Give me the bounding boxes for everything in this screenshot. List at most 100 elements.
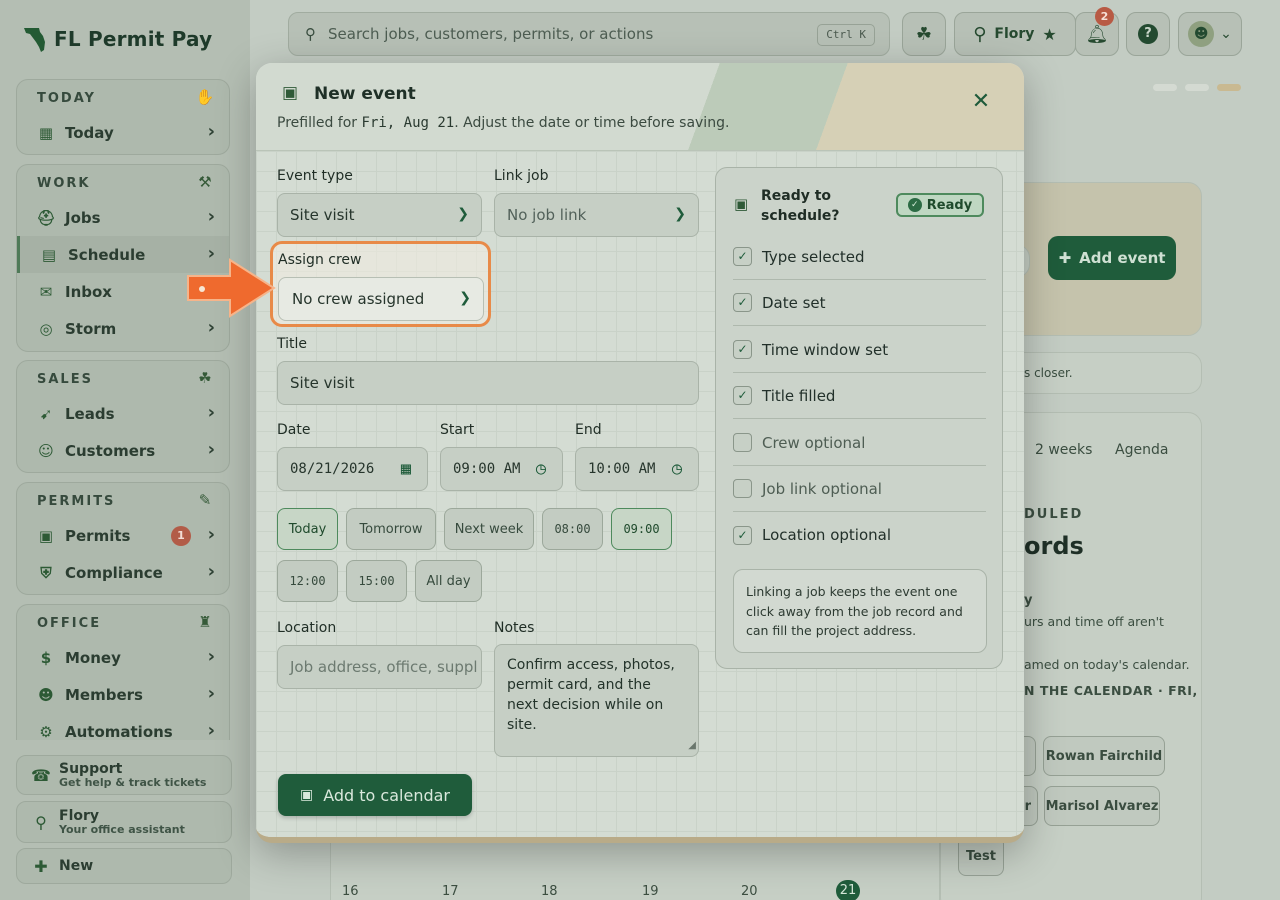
assistant-subtitle: Your office assistant (59, 822, 185, 836)
location-label: Location (277, 620, 337, 636)
support-button[interactable]: ☎ Support Get help & track tickets (16, 755, 232, 795)
checklist-item-job-link[interactable]: Job link optional (733, 466, 986, 512)
storm-icon: ◎ (39, 319, 53, 338)
assistant-chip[interactable]: ⚲ Flory ★ (954, 12, 1076, 56)
page-dots (1153, 84, 1243, 92)
money-icon: $ (40, 648, 52, 667)
sidebar-item-label: Permits (65, 526, 131, 545)
crew-chip-marisol[interactable]: Marisol Alvarez (1044, 786, 1160, 826)
notifications-button[interactable]: 🔔︎ 2 (1075, 7, 1119, 56)
quick-time-1500[interactable]: 15:00 (346, 560, 407, 602)
ready-badge: ✓ Ready (896, 193, 984, 217)
hand-icon: ✋ (195, 88, 217, 106)
checklist-item-title[interactable]: ✓ Title filled (733, 373, 986, 419)
calendar-day[interactable]: 19 (642, 884, 659, 899)
quick-date-tomorrow[interactable]: Tomorrow (346, 508, 436, 550)
notes-textarea[interactable]: Confirm access, photos, permit card, and… (494, 644, 699, 757)
checklist-label: Location optional (762, 526, 892, 544)
global-search[interactable]: ⚲ Search jobs, customers, permits, or ac… (288, 12, 890, 56)
sidebar-item-permits[interactable]: ▣ Permits 1 › (17, 517, 229, 554)
ready-checklist-panel: ▣ Ready to schedule? ✓ Ready ✓ Type select… (715, 167, 1003, 669)
calendar-day[interactable]: 17 (442, 884, 459, 899)
bg-para2: urs and time off aren't (1024, 614, 1164, 629)
sidebar-section-today: TODAY ✋ ▦ Today › (16, 79, 230, 155)
title-input[interactable]: Site visit (277, 361, 699, 405)
sidebar-item-today[interactable]: ▦ Today › (17, 114, 229, 151)
checklist-label: Job link optional (762, 479, 882, 498)
dot-indicator (1153, 84, 1177, 91)
start-time-input[interactable]: 09:00 AM ◷ (440, 447, 563, 491)
sidebar-item-label: Leads (65, 404, 115, 423)
resize-handle-icon[interactable]: ◢ (688, 736, 696, 756)
calendar-icon[interactable]: ▦ (395, 458, 417, 480)
quick-action-button[interactable]: ☘ (902, 12, 946, 56)
ready-badge-label: Ready (926, 197, 973, 213)
sidebar-item-label: Automations (65, 722, 173, 741)
sidebar-item-jobs[interactable]: ⛑ Jobs › (17, 199, 229, 236)
quick-date-next-week[interactable]: Next week (444, 508, 534, 550)
quick-time-1200[interactable]: 12:00 (277, 560, 338, 602)
checklist-item-date[interactable]: ✓ Date set (733, 280, 986, 326)
permits-count-badge: 1 (171, 526, 191, 546)
assistant-button[interactable]: ⚲ Flory Your office assistant (16, 801, 232, 843)
chevron-right-icon: › (207, 402, 215, 423)
bg-para3: amed on today's calendar. (1024, 657, 1190, 672)
section-title: SALES (37, 372, 93, 387)
assistant-title: Flory (59, 807, 100, 824)
clock-icon[interactable]: ◷ (666, 458, 688, 480)
sidebar-item-automations[interactable]: ⚙ Automations › (17, 713, 229, 750)
sidebar-item-leads[interactable]: ➹ Leads › (17, 395, 229, 432)
assign-crew-select[interactable]: No crew assigned ❯ (278, 277, 484, 321)
end-time-input[interactable]: 10:00 AM ◷ (575, 447, 699, 491)
app-logo[interactable]: FL Permit Pay (22, 24, 212, 54)
checklist-item-time[interactable]: ✓ Time window set (733, 327, 986, 373)
flamingo-icon: ⚲ (35, 812, 47, 832)
quick-date-today[interactable]: Today (277, 508, 338, 550)
pen-icon: ✎ (198, 491, 214, 509)
add-event-label: Add event (1079, 249, 1166, 267)
checklist-item-type[interactable]: ✓ Type selected (733, 234, 986, 280)
sidebar: FL Permit Pay TODAY ✋ ▦ Today › WORK ⚒ ⛑ Jobs… (0, 0, 250, 900)
close-button[interactable]: ✕ (968, 89, 994, 115)
add-to-calendar-button[interactable]: ▣ Add to calendar (278, 774, 472, 816)
user-menu[interactable]: ☻ ⌄ (1178, 12, 1242, 56)
checkbox-checked-icon: ✓ (733, 386, 752, 405)
calendar-day-today[interactable]: 21 (836, 880, 860, 900)
assign-crew-highlight: Assign crew No crew assigned ❯ (270, 241, 491, 327)
calendar-day[interactable]: 20 (741, 884, 758, 899)
assistant-name: Flory (994, 26, 1035, 42)
support-icon: ☎ (31, 765, 51, 785)
sidebar-item-label: Today (65, 123, 114, 142)
checkbox-checked-icon: ✓ (733, 247, 752, 266)
clock-icon[interactable]: ◷ (530, 458, 552, 480)
quick-time-0900[interactable]: 09:00 (611, 508, 672, 550)
sidebar-item-members[interactable]: ☻ Members › (17, 676, 229, 713)
view-tab-agenda[interactable]: Agenda (1115, 442, 1168, 458)
event-type-select[interactable]: Site visit ❯ (277, 193, 482, 237)
quick-all-day[interactable]: All day (415, 560, 482, 602)
inbox-icon: ✉ (39, 282, 53, 301)
checklist-item-location[interactable]: ✓ Location optional (733, 512, 986, 558)
link-job-select[interactable]: No job link ❯ (494, 193, 699, 237)
checklist-item-crew[interactable]: Crew optional (733, 420, 986, 466)
crew-chip-rowan[interactable]: Rowan Fairchild (1043, 736, 1165, 776)
shortcut-hint: Ctrl K (817, 24, 875, 46)
view-tab-2weeks[interactable]: 2 weeks (1035, 442, 1092, 458)
quick-time-0800[interactable]: 08:00 (542, 508, 603, 550)
checkbox-checked-icon: ✓ (733, 340, 752, 359)
sidebar-item-money[interactable]: $ Money › (17, 639, 229, 676)
location-input[interactable]: Job address, office, suppl (277, 645, 482, 689)
add-event-button[interactable]: ✚ Add event (1048, 236, 1176, 280)
new-button[interactable]: ✚ New (16, 848, 232, 884)
calendar-day[interactable]: 16 (342, 884, 359, 899)
date-input[interactable]: 08/21/2026 ▦ (277, 447, 428, 491)
checklist-label: Type selected (762, 247, 865, 266)
help-button[interactable]: ? (1126, 12, 1170, 56)
calendar-day[interactable]: 18 (541, 884, 558, 899)
sidebar-item-compliance[interactable]: ⛨ Compliance › (17, 554, 229, 591)
sidebar-item-label: Customers (65, 441, 156, 460)
assign-crew-label: Assign crew (278, 252, 362, 268)
sidebar-item-customers[interactable]: ☺ Customers › (17, 432, 229, 469)
sidebar-item-label: Schedule (68, 245, 146, 264)
modal-subtitle: Prefilled for Fri, Aug 21. Adjust the da… (277, 115, 729, 131)
